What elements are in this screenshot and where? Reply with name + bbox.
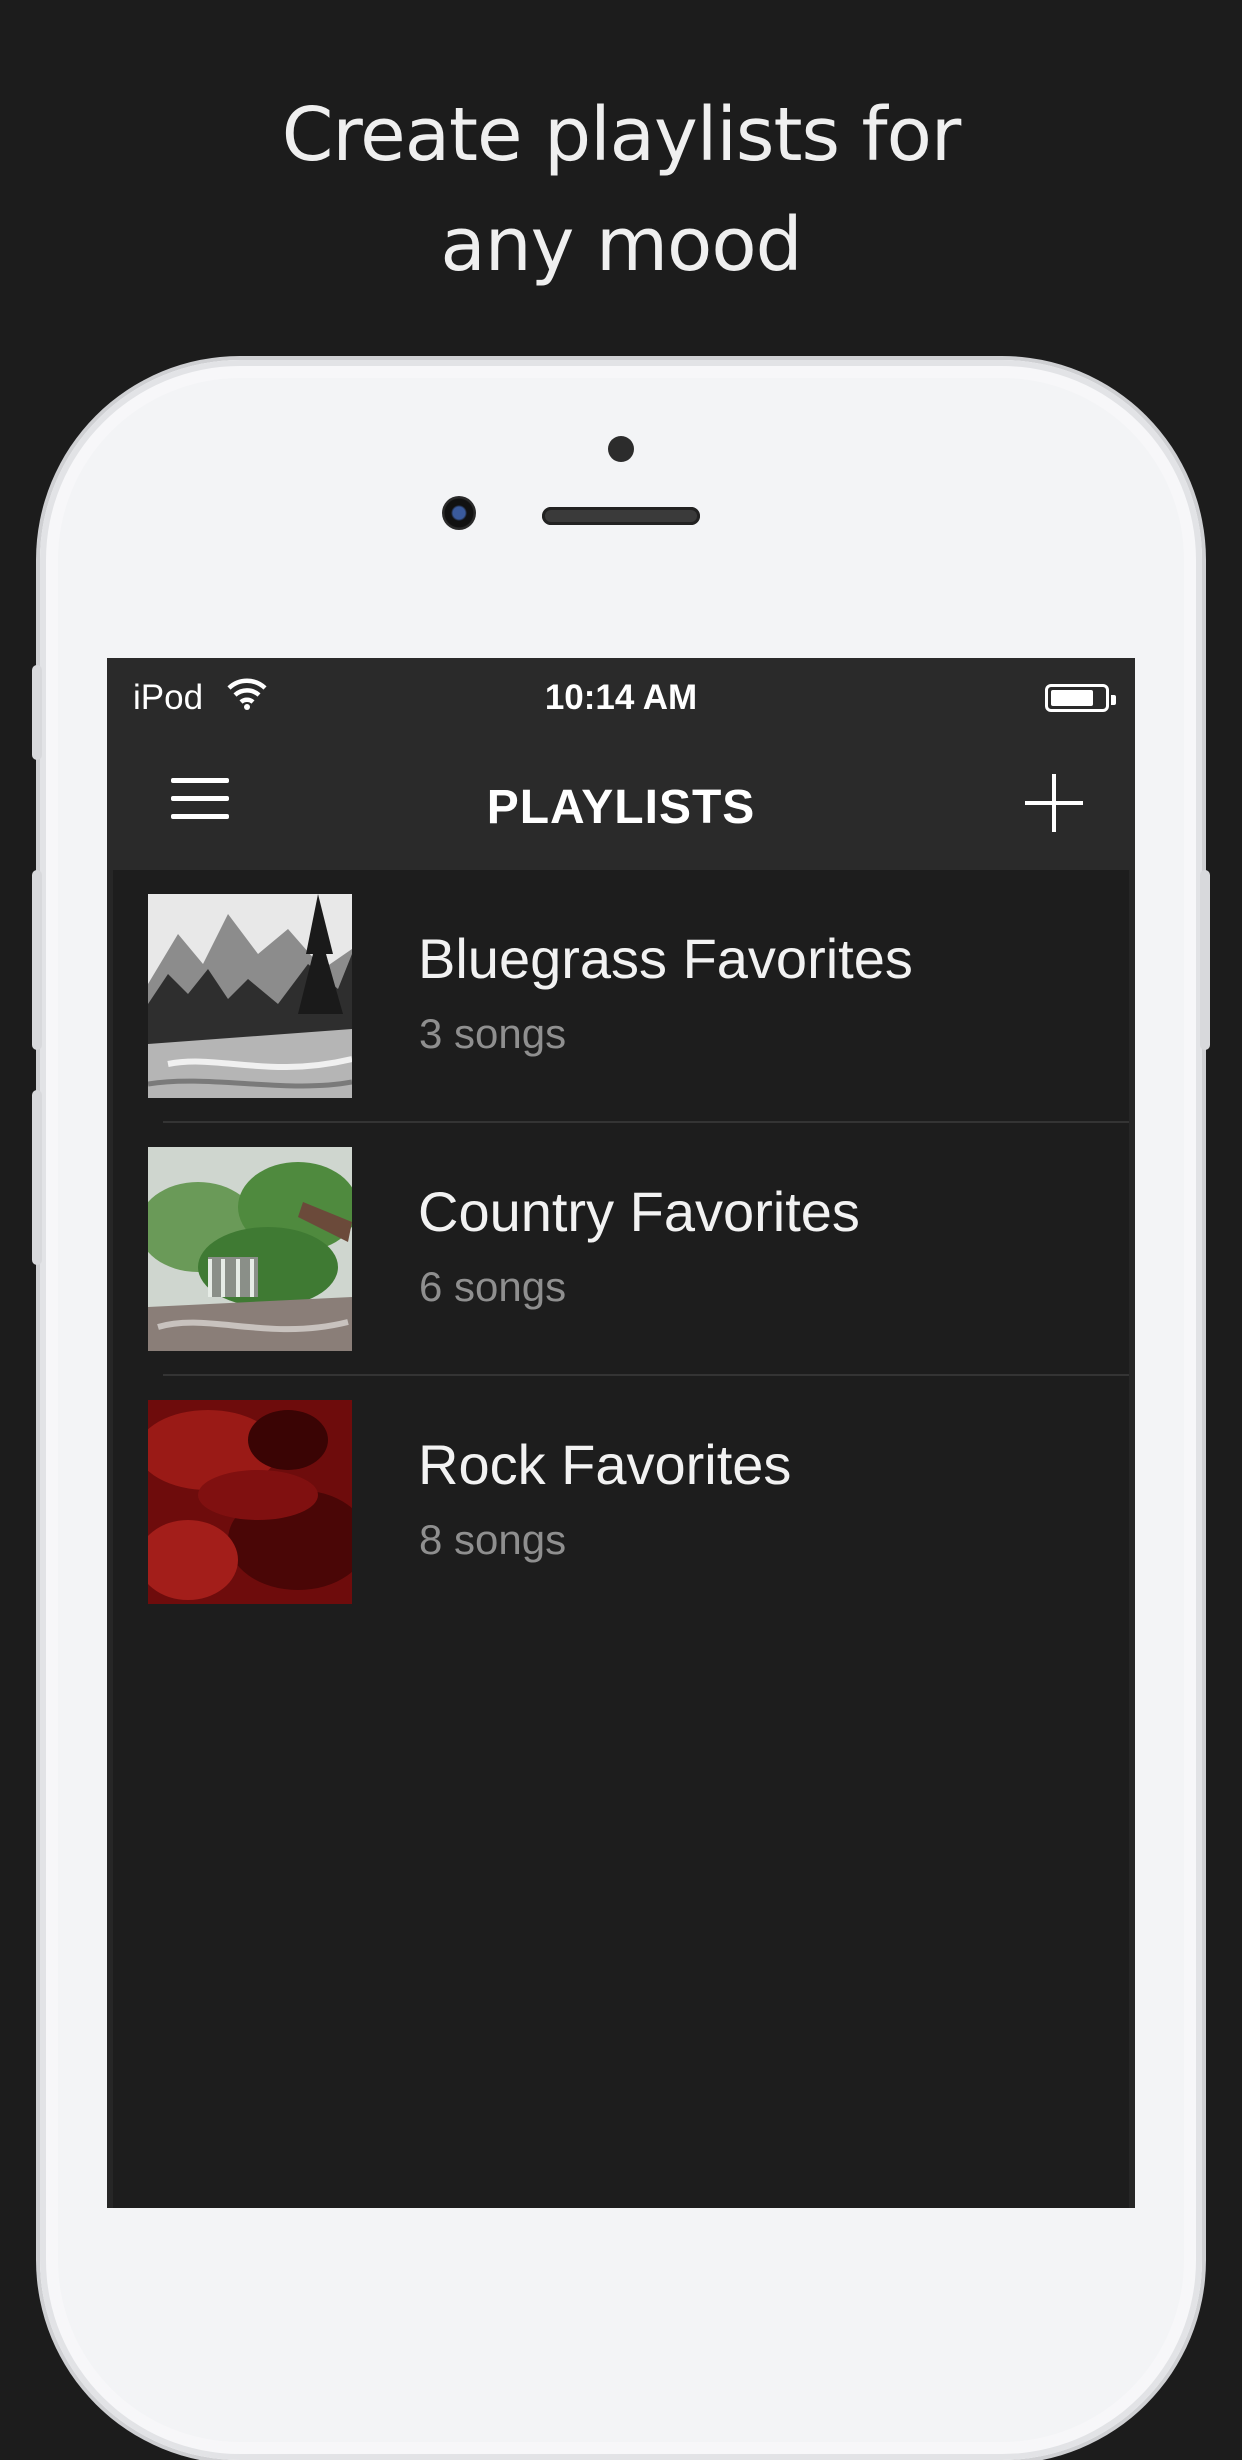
- page-title: PLAYLISTS: [486, 781, 756, 834]
- headline: Create playlists for any mood: [0, 80, 1242, 300]
- volume-up-button: [32, 870, 42, 1050]
- playlist-row-bluegrass[interactable]: Bluegrass Favorites 3 songs: [113, 870, 1129, 1123]
- playlist-row-country[interactable]: Country Favorites 6 songs: [113, 1123, 1129, 1376]
- battery-icon: [1045, 684, 1116, 712]
- playlist-song-count: 3 songs: [419, 1010, 567, 1057]
- plus-icon-horizontal: [1025, 801, 1083, 805]
- screen-edge-right: [1129, 870, 1135, 2208]
- front-camera: [442, 496, 476, 530]
- status-bar: iPod 10:14 AM: [107, 658, 1135, 738]
- power-button: [1200, 870, 1210, 1050]
- earpiece-speaker: [542, 507, 700, 525]
- playlist-row-rock[interactable]: Rock Favorites 8 songs: [113, 1376, 1129, 1629]
- rock-artwork-image: [148, 1400, 352, 1604]
- mute-switch: [32, 665, 42, 760]
- proximity-sensor: [608, 436, 634, 462]
- navigation-bar: PLAYLISTS: [107, 738, 1135, 870]
- country-artwork-image: [148, 1147, 352, 1351]
- bluegrass-artwork-image: [148, 894, 352, 1098]
- battery-fill: [1051, 690, 1093, 706]
- status-time: 10:14 AM: [544, 678, 698, 717]
- add-playlist-button[interactable]: [1025, 774, 1083, 832]
- headline-line-1: Create playlists for: [281, 92, 962, 178]
- playlist-title: Rock Favorites: [418, 1433, 792, 1496]
- volume-down-button: [32, 1090, 42, 1265]
- battery-tip: [1111, 695, 1116, 705]
- playlist-title: Country Favorites: [418, 1180, 860, 1243]
- app-screen: iPod 10:14 AM PLAYLISTS Bluegrass Favori…: [107, 658, 1135, 2208]
- playlist-song-count: 6 songs: [419, 1263, 567, 1310]
- playlist-list: Bluegrass Favorites 3 songs Country Favo…: [113, 870, 1129, 1629]
- headline-line-2: any mood: [440, 202, 802, 288]
- playlist-title: Bluegrass Favorites: [418, 927, 913, 990]
- playlist-song-count: 8 songs: [419, 1516, 567, 1563]
